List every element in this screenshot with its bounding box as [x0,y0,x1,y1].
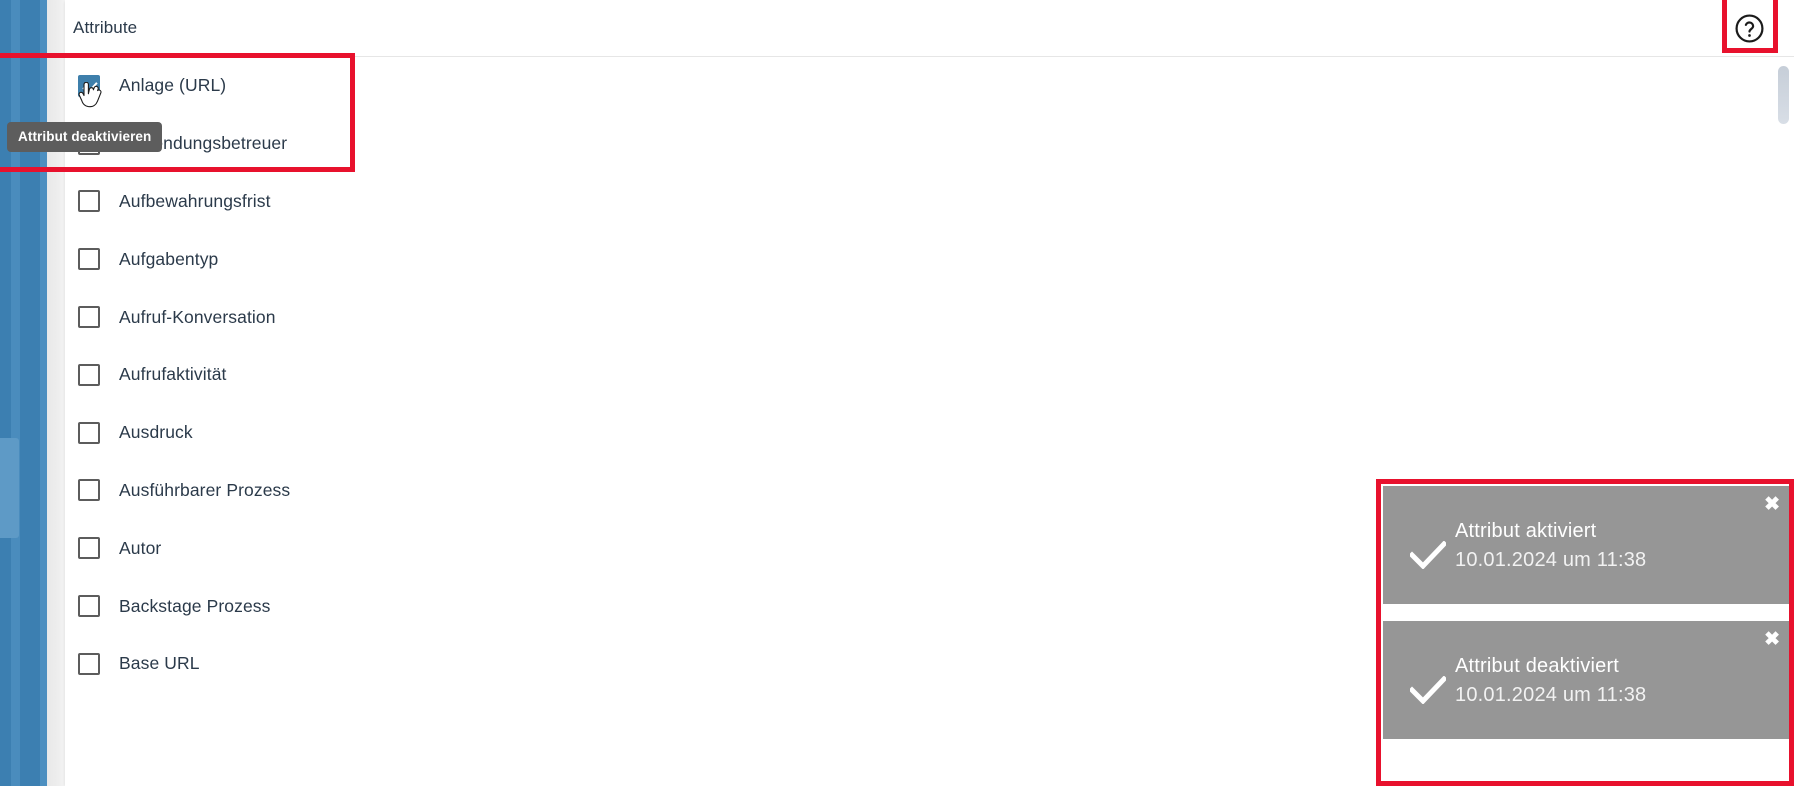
list-item-label: Aufrufaktivität [119,364,227,385]
list-item[interactable]: Ausdruck [65,404,1794,462]
list-item-label: Aufruf-Konversation [119,306,276,327]
list-item[interactable]: Aufrufaktivität [65,346,1794,404]
toast-body: Attribut aktiviert 10.01.2024 um 11:38 [1455,517,1646,593]
left-nav-active-indicator[interactable] [0,438,19,538]
toast-timestamp: 10.01.2024 um 11:38 [1455,684,1647,706]
toast-timestamp: 10.01.2024 um 11:38 [1455,549,1647,571]
toast-body: Attribut deaktiviert 10.01.2024 um 11:38 [1455,652,1646,728]
list-item[interactable]: Aufbewahrungsfrist [65,173,1794,231]
page-title: Attribute [73,18,138,37]
list-item-label: Base URL [119,653,200,674]
toast-notification: Attribut deaktiviert 10.01.2024 um 11:38 ✖ [1383,621,1794,739]
scrollbar-thumb[interactable] [1778,66,1789,124]
close-icon[interactable]: ✖ [1764,495,1780,514]
checkbox-unchecked[interactable] [78,421,100,444]
close-icon[interactable]: ✖ [1764,630,1780,649]
list-item[interactable]: Aufgabentyp [65,230,1794,288]
checkbox-unchecked[interactable] [78,190,100,213]
list-item[interactable]: Anlage (URL) [65,57,1794,115]
toast-title: Attribut aktiviert [1455,520,1597,542]
toast-title: Attribut deaktiviert [1455,655,1620,677]
list-item-label: Backstage Prozess [119,595,271,616]
check-icon [1383,541,1455,569]
list-item-label: Aufgabentyp [119,248,219,269]
app-window: Attribute Anlage (URL) Anwendungsbetreuer… [0,0,1794,786]
left-nav-rail-outer [0,0,11,786]
list-item-label: Ausdruck [119,422,193,443]
checkbox-focus-halo [68,64,114,111]
checkbox-unchecked[interactable] [78,306,100,329]
checkbox-unchecked[interactable] [78,595,100,618]
checkbox-checked[interactable] [68,64,114,111]
check-icon [1383,676,1455,704]
list-item[interactable]: Aufruf-Konversation [65,288,1794,346]
list-item-label: Autor [119,537,162,558]
checkbox-unchecked[interactable] [78,479,100,502]
list-item-label: Anlage (URL) [119,75,227,96]
toast-notification-stack: Attribut aktiviert 10.01.2024 um 11:38 ✖ At… [1383,486,1794,739]
question-circle-icon[interactable] [1731,10,1767,46]
left-nav-rail-mid [20,0,40,786]
list-item[interactable]: Anwendungsbetreuer [65,115,1794,173]
checkbox-unchecked[interactable] [78,537,100,560]
checkbox-unchecked[interactable] [78,652,100,675]
checkbox-unchecked[interactable] [78,363,100,386]
tooltip: Attribut deaktivieren [7,122,163,152]
list-item-label: Ausführbarer Prozess [119,479,291,500]
left-nav-rail-inner [11,0,20,786]
checkbox-unchecked[interactable] [78,248,100,271]
toast-notification: Attribut aktiviert 10.01.2024 um 11:38 ✖ [1383,486,1794,604]
list-item-label: Aufbewahrungsfrist [119,190,271,211]
panel-header: Attribute [65,0,1794,57]
content-gutter [47,0,65,786]
left-nav-rail-edge [40,0,47,786]
